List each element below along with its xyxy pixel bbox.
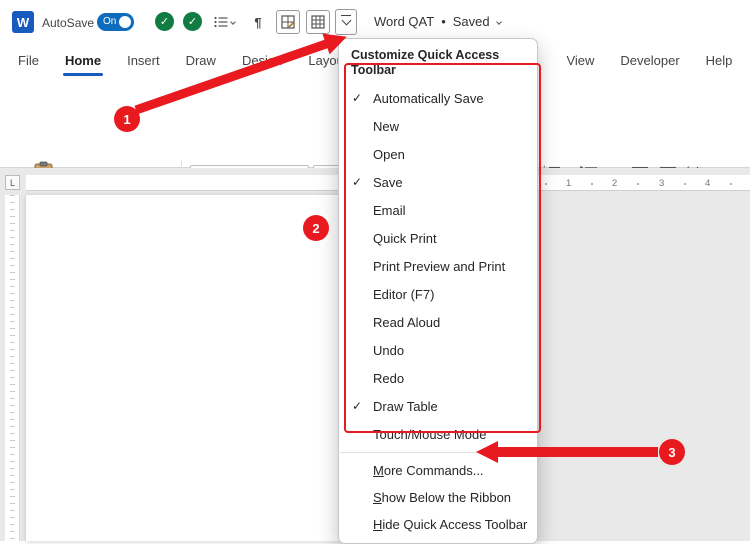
menu-item-quick-print[interactable]: Quick Print xyxy=(339,224,537,252)
menu-item-automatically-save[interactable]: ✓ Automatically Save xyxy=(339,84,537,112)
ruler-number: 2 xyxy=(612,178,618,189)
tab-draw[interactable]: Draw xyxy=(184,46,218,75)
chevron-down-icon xyxy=(495,18,502,25)
autosave-toggle[interactable]: On xyxy=(97,13,134,31)
menu-item-touch-mouse-mode[interactable]: Touch/Mouse Mode xyxy=(339,420,537,448)
menu-item-editor-f7[interactable]: Editor (F7) xyxy=(339,280,537,308)
menu-item-print-preview-and-print[interactable]: Print Preview and Print xyxy=(339,252,537,280)
draw-table-icon xyxy=(281,15,295,29)
menu-item-more-commands[interactable]: More Commands... xyxy=(339,457,537,484)
menu-item-redo[interactable]: Redo xyxy=(339,364,537,392)
ruler-tick xyxy=(545,183,547,185)
document-title-text: Word QAT xyxy=(374,14,435,29)
pilcrow-icon: ¶ xyxy=(254,14,262,30)
tab-design[interactable]: Design xyxy=(240,46,284,75)
chevron-down-icon xyxy=(229,19,236,25)
qat-save-check-icon[interactable]: ✓ xyxy=(183,12,202,31)
toggle-knob xyxy=(119,16,131,28)
qat-autosave-check-icon[interactable]: ✓ xyxy=(155,12,174,31)
chevron-down-icon xyxy=(341,15,351,26)
tab-help[interactable]: Help xyxy=(704,46,735,75)
qat-pilcrow-button[interactable]: ¶ xyxy=(248,10,268,34)
menu-item-hide-quick-access-toolbar[interactable]: Hide Quick Access Toolbar xyxy=(339,511,537,538)
autosave-label: AutoSave xyxy=(42,16,95,30)
ruler-number: 3 xyxy=(659,178,665,189)
qat-customize-dropdown-button[interactable] xyxy=(335,9,357,35)
tab-home[interactable]: Home xyxy=(62,46,104,76)
qat-draw-table-button[interactable] xyxy=(276,10,300,34)
table-grid-icon xyxy=(311,15,325,29)
save-status: Saved xyxy=(452,14,490,29)
tab-developer[interactable]: Developer xyxy=(618,46,681,75)
ruler-tick xyxy=(684,183,686,185)
tab-file[interactable]: File xyxy=(16,46,41,75)
vertical-ruler[interactable] xyxy=(5,195,20,541)
check-icon: ✓ xyxy=(351,399,363,413)
qat-list-button[interactable] xyxy=(210,10,238,34)
ruler-tick xyxy=(591,183,593,185)
ruler-number: 4 xyxy=(705,178,711,189)
menu-item-new[interactable]: New xyxy=(339,112,537,140)
autosave-toggle-state: On xyxy=(103,16,117,27)
check-icon: ✓ xyxy=(351,91,363,105)
word-logo-icon[interactable]: W xyxy=(12,11,34,33)
list-icon xyxy=(213,16,227,28)
menu-item-save[interactable]: ✓ Save xyxy=(339,168,537,196)
tab-stop-selector[interactable]: L xyxy=(5,175,20,190)
menu-separator xyxy=(340,452,536,453)
qat-table-button[interactable] xyxy=(306,10,330,34)
qat-customize-menu: Customize Quick Access Toolbar ✓ Automat… xyxy=(338,38,538,544)
menu-item-open[interactable]: Open xyxy=(339,140,537,168)
menu-item-email[interactable]: Email xyxy=(339,196,537,224)
check-icon: ✓ xyxy=(351,175,363,189)
menu-item-show-below-the-ribbon[interactable]: Show Below the Ribbon xyxy=(339,484,537,511)
ruler-number: 1 xyxy=(566,178,572,189)
ruler-tick xyxy=(730,183,732,185)
menu-item-undo[interactable]: Undo xyxy=(339,336,537,364)
document-title[interactable]: Word QAT • Saved xyxy=(374,14,502,29)
menu-item-read-aloud[interactable]: Read Aloud xyxy=(339,308,537,336)
menu-title: Customize Quick Access Toolbar xyxy=(351,48,500,77)
menu-item-draw-table[interactable]: ✓ Draw Table xyxy=(339,392,537,420)
ruler-tick xyxy=(637,183,639,185)
tab-insert[interactable]: Insert xyxy=(125,46,162,75)
title-separator: • xyxy=(441,14,446,29)
tab-view[interactable]: View xyxy=(564,46,596,75)
word-window: W AutoSave On ✓ ✓ ¶ Word QAT • Saved Fil… xyxy=(0,0,750,544)
